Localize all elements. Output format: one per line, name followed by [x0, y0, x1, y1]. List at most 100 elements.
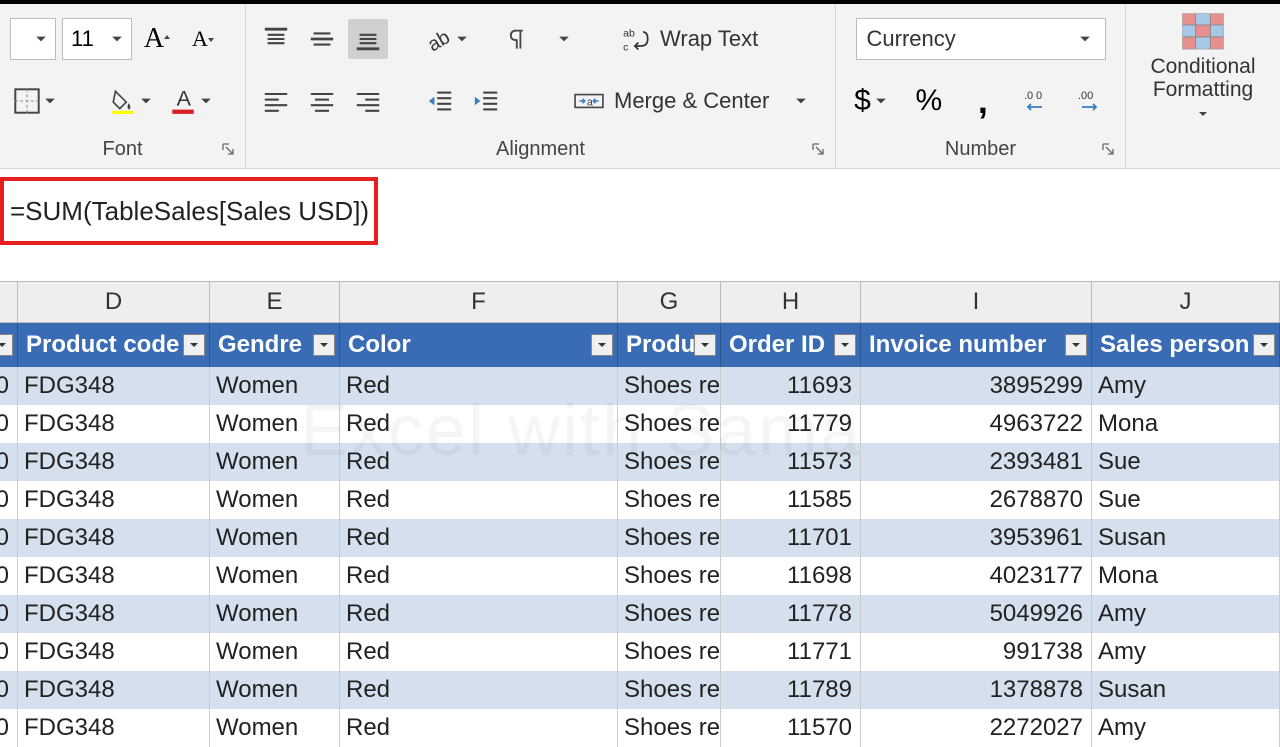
cell[interactable]: Amy: [1092, 709, 1280, 747]
cell[interactable]: Shoes re: [618, 405, 721, 443]
cell[interactable]: FDG348: [18, 671, 210, 709]
cell[interactable]: 1378878: [861, 671, 1092, 709]
table-row[interactable]: 0FDG348WomenRedShoes re117013953961Susan: [0, 519, 1280, 557]
header-color[interactable]: Color: [340, 323, 618, 367]
cell[interactable]: FDG348: [18, 481, 210, 519]
cell[interactable]: 3895299: [861, 367, 1092, 405]
borders-button[interactable]: [10, 81, 64, 121]
cell[interactable]: Red: [340, 633, 618, 671]
cell[interactable]: Shoes re: [618, 595, 721, 633]
conditional-formatting-button[interactable]: ConditionalFormatting: [1136, 8, 1270, 128]
formula-bar[interactable]: =SUM(TableSales[Sales USD]): [0, 177, 378, 245]
filter-icon[interactable]: [1065, 334, 1087, 356]
col-header-h[interactable]: H: [721, 282, 861, 322]
cell[interactable]: Shoes re: [618, 557, 721, 595]
cell[interactable]: FDG348: [18, 709, 210, 747]
cell[interactable]: Women: [210, 519, 340, 557]
col-header-d[interactable]: D: [18, 282, 210, 322]
cell[interactable]: Shoes re: [618, 633, 721, 671]
table-row[interactable]: 0FDG348WomenRedShoes re117891378878Susan: [0, 671, 1280, 709]
cell[interactable]: Shoes re: [618, 367, 721, 405]
increase-decimal-icon[interactable]: .00: [1017, 81, 1057, 121]
col-header-j[interactable]: J: [1092, 282, 1280, 322]
cell[interactable]: FDG348: [18, 367, 210, 405]
cell[interactable]: Shoes re: [618, 709, 721, 747]
cell[interactable]: 0: [0, 367, 18, 405]
cell[interactable]: Shoes re: [618, 443, 721, 481]
filter-icon[interactable]: [313, 334, 335, 356]
header-gendre[interactable]: Gendre: [210, 323, 340, 367]
cell[interactable]: Shoes re: [618, 481, 721, 519]
spreadsheet-grid[interactable]: D E F G H I J Product code Gendre Color …: [0, 281, 1280, 747]
cell[interactable]: Mona: [1092, 557, 1280, 595]
cell[interactable]: Red: [340, 709, 618, 747]
col-header-e[interactable]: E: [210, 282, 340, 322]
table-row[interactable]: 0FDG348WomenRedShoes re117785049926Amy: [0, 595, 1280, 633]
col-header-f[interactable]: F: [340, 282, 618, 322]
cell[interactable]: Sue: [1092, 481, 1280, 519]
cell[interactable]: 3953961: [861, 519, 1092, 557]
cell[interactable]: Red: [340, 671, 618, 709]
table-row[interactable]: 0FDG348WomenRedShoes re115852678870Sue: [0, 481, 1280, 519]
cell[interactable]: 2393481: [861, 443, 1092, 481]
cell[interactable]: 0: [0, 633, 18, 671]
comma-format-icon[interactable]: ,: [963, 81, 1003, 121]
cell[interactable]: 991738: [861, 633, 1092, 671]
cell[interactable]: Shoes re: [618, 671, 721, 709]
cell[interactable]: Red: [340, 519, 618, 557]
filter-icon[interactable]: [834, 334, 856, 356]
cell[interactable]: Women: [210, 443, 340, 481]
cell[interactable]: Women: [210, 481, 340, 519]
cell[interactable]: 0: [0, 557, 18, 595]
filter-icon[interactable]: [0, 334, 13, 356]
font-dialog-launcher-icon[interactable]: [219, 140, 237, 158]
cell[interactable]: Red: [340, 481, 618, 519]
align-bottom-icon[interactable]: [348, 19, 388, 59]
cell[interactable]: 4963722: [861, 405, 1092, 443]
align-right-icon[interactable]: [348, 81, 388, 121]
cell[interactable]: 11701: [721, 519, 861, 557]
number-dialog-launcher-icon[interactable]: [1099, 140, 1117, 158]
table-row[interactable]: 0FDG348WomenRedShoes re116933895299Amy: [0, 367, 1280, 405]
cell[interactable]: 0: [0, 519, 18, 557]
accounting-format-button[interactable]: $: [850, 81, 895, 121]
cell[interactable]: Women: [210, 557, 340, 595]
cell[interactable]: Red: [340, 367, 618, 405]
percent-format-icon[interactable]: %: [909, 81, 949, 121]
header-order-id[interactable]: Order ID: [721, 323, 861, 367]
cell[interactable]: 4023177: [861, 557, 1092, 595]
header-product[interactable]: Produ: [618, 323, 721, 367]
align-center-icon[interactable]: [302, 81, 342, 121]
cell[interactable]: Amy: [1092, 633, 1280, 671]
wrap-text-button[interactable]: abc Wrap Text: [616, 18, 764, 60]
font-size-dropdown[interactable]: 11: [62, 18, 132, 60]
cell[interactable]: Women: [210, 595, 340, 633]
col-header[interactable]: [0, 282, 18, 322]
filter-header[interactable]: [0, 323, 18, 367]
header-product-code[interactable]: Product code: [18, 323, 210, 367]
cell[interactable]: 0: [0, 671, 18, 709]
align-middle-icon[interactable]: [302, 19, 342, 59]
cell[interactable]: 0: [0, 709, 18, 747]
table-row[interactable]: 0FDG348WomenRedShoes re115702272027Amy: [0, 709, 1280, 747]
table-row[interactable]: 0FDG348WomenRedShoes re116984023177Mona: [0, 557, 1280, 595]
filter-icon[interactable]: [591, 334, 613, 356]
cell[interactable]: 11779: [721, 405, 861, 443]
cell[interactable]: 11778: [721, 595, 861, 633]
cell[interactable]: Amy: [1092, 367, 1280, 405]
col-header-i[interactable]: I: [861, 282, 1092, 322]
cell[interactable]: Red: [340, 443, 618, 481]
orientation-button[interactable]: ab: [420, 19, 476, 59]
cell[interactable]: FDG348: [18, 443, 210, 481]
cell[interactable]: 11570: [721, 709, 861, 747]
cell[interactable]: 5049926: [861, 595, 1092, 633]
increase-font-icon[interactable]: A: [138, 19, 178, 59]
cell[interactable]: FDG348: [18, 405, 210, 443]
merge-center-button[interactable]: a Merge & Center: [568, 80, 817, 122]
cell[interactable]: 0: [0, 405, 18, 443]
header-invoice-number[interactable]: Invoice number: [861, 323, 1092, 367]
cell[interactable]: Women: [210, 633, 340, 671]
filter-icon[interactable]: [183, 334, 205, 356]
number-format-dropdown[interactable]: Currency: [856, 18, 1106, 60]
cell[interactable]: Susan: [1092, 519, 1280, 557]
